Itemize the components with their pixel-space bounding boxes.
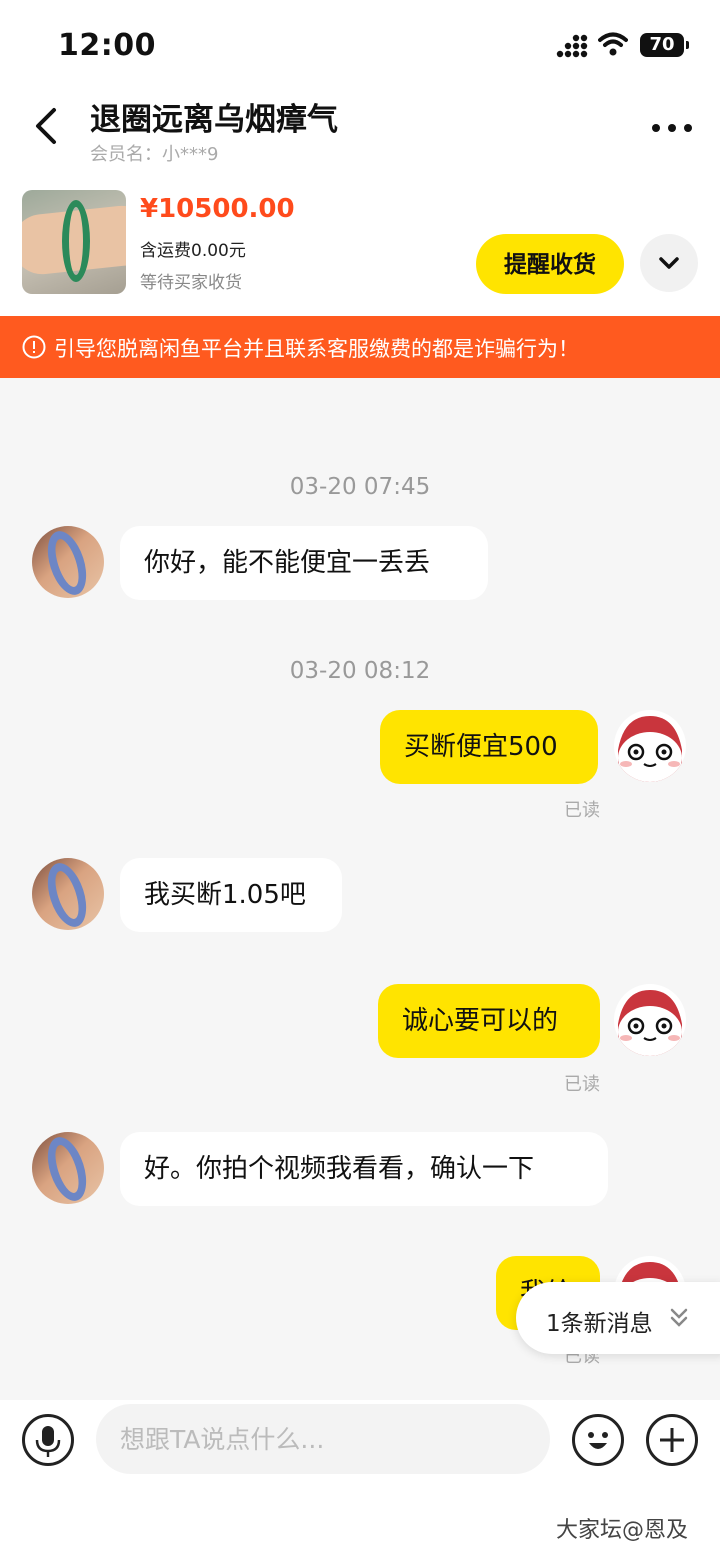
emoji-button[interactable] xyxy=(572,1414,624,1466)
message-timestamp: 03-20 08:12 xyxy=(289,658,431,684)
cat-avatar-icon xyxy=(618,716,682,782)
battery-indicator: 70 xyxy=(640,33,689,57)
double-chevron-down-icon xyxy=(670,1308,688,1327)
product-card[interactable]: ¥10500.00 含运费0.00元 等待买家收货 提醒收货 xyxy=(0,182,720,316)
plus-icon xyxy=(660,1428,684,1452)
shipping-fee: 含运费0.00元 xyxy=(140,241,246,261)
smile-icon xyxy=(588,1432,608,1449)
seller-avatar[interactable] xyxy=(614,710,686,782)
chat-messages[interactable]: 03-20 07:45 你好，能不能便宜一丢丢 03-20 08:12 买断便宜… xyxy=(0,378,720,1400)
message-bubble[interactable]: 我买断1.05吧 xyxy=(120,858,342,932)
message-bubble[interactable]: 好。你拍个视频我看看，确认一下 xyxy=(120,1132,608,1206)
buyer-avatar[interactable] xyxy=(32,526,104,598)
more-actions-button[interactable] xyxy=(646,1414,698,1466)
status-time: 12:00 xyxy=(58,28,156,63)
cat-avatar-icon xyxy=(618,990,682,1056)
buyer-avatar[interactable] xyxy=(32,1132,104,1204)
buyer-avatar[interactable] xyxy=(32,858,104,930)
chevron-down-icon xyxy=(659,257,679,269)
chat-header: 退圈远离乌烟瘴气 会员名：小***9 xyxy=(0,88,720,182)
voice-button[interactable] xyxy=(22,1414,74,1466)
message-timestamp: 03-20 07:45 xyxy=(289,474,431,500)
message-input-bar: 大家坛@恩及 xyxy=(0,1400,720,1558)
message-bubble[interactable]: 买断便宜500 xyxy=(380,710,598,784)
read-receipt: 已读 xyxy=(564,1074,600,1095)
watermark: 大家坛@恩及 xyxy=(556,1518,689,1543)
message-bubble[interactable]: 你好，能不能便宜一丢丢 xyxy=(120,526,488,600)
new-message-indicator[interactable]: 1条新消息 xyxy=(516,1282,720,1354)
product-price: ¥10500.00 xyxy=(140,194,295,224)
remind-receipt-button[interactable]: 提醒收货 xyxy=(476,234,624,294)
chat-title: 退圈远离乌烟瘴气 xyxy=(90,102,338,138)
fraud-warning-banner: 引导您脱离闲鱼平台并且联系客服缴费的都是诈骗行为！ xyxy=(0,316,720,378)
product-thumbnail[interactable] xyxy=(22,190,126,294)
expand-button[interactable] xyxy=(640,234,698,292)
seller-avatar[interactable] xyxy=(614,984,686,1056)
microphone-icon xyxy=(35,1426,61,1457)
warning-text: 引导您脱离闲鱼平台并且联系客服缴费的都是诈骗行为！ xyxy=(54,337,579,361)
back-arrow-icon[interactable] xyxy=(28,106,64,146)
read-receipt: 已读 xyxy=(564,800,600,821)
more-options-icon[interactable] xyxy=(648,116,696,140)
status-bar: 12:00 70 xyxy=(0,0,720,88)
warning-icon xyxy=(22,335,46,359)
wifi-icon xyxy=(598,32,628,56)
order-status: 等待买家收货 xyxy=(140,273,242,293)
message-input[interactable] xyxy=(96,1404,550,1474)
message-bubble[interactable]: 诚心要可以的 xyxy=(378,984,600,1058)
cellular-signal-icon xyxy=(556,34,588,58)
member-name: 会员名：小***9 xyxy=(90,144,219,165)
new-message-label: 1条新消息 xyxy=(546,1311,653,1337)
